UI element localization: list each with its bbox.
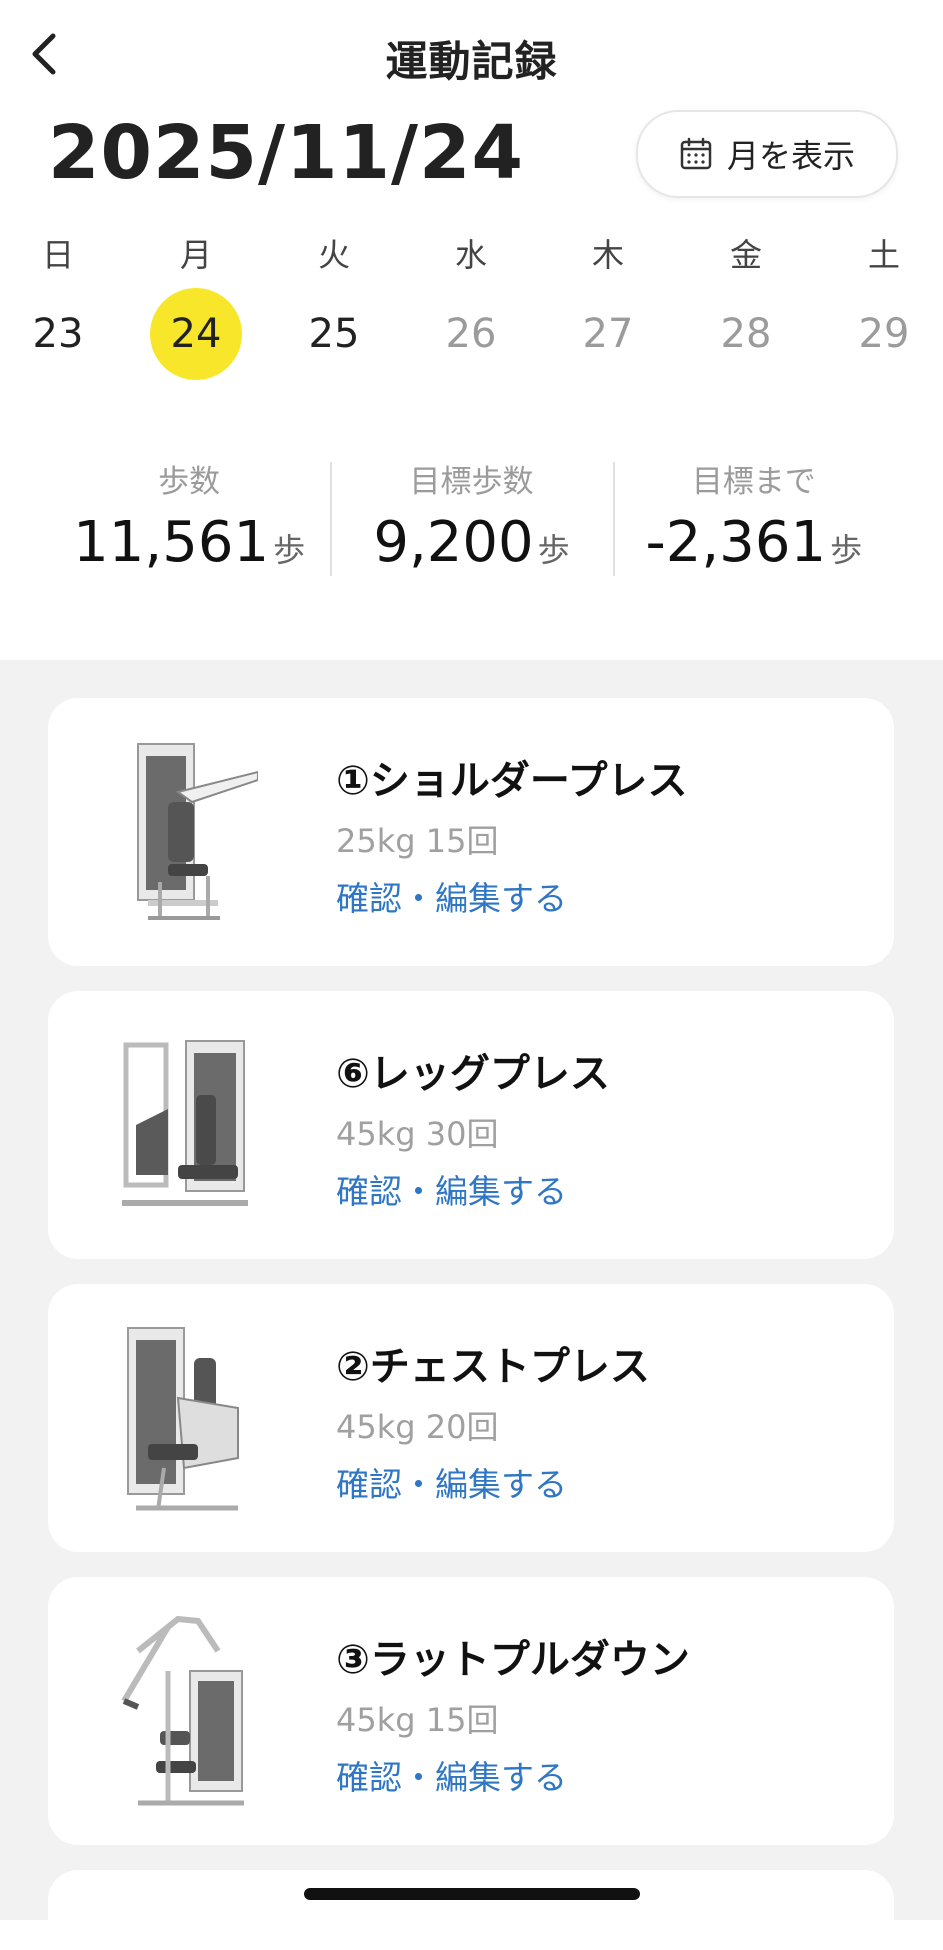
shoulder-press-machine-image — [137, 743, 258, 920]
day-fri: 金 28 — [696, 230, 796, 380]
day-mon[interactable]: 月 24 — [146, 230, 246, 380]
day-sun[interactable]: 日 23 — [8, 230, 108, 380]
stat-unit: 歩 — [830, 531, 863, 569]
day-of-week: 日 — [41, 236, 74, 274]
home-indicator — [304, 1888, 640, 1900]
day-of-week: 土 — [867, 236, 900, 274]
workout-meta: 25kg 15回 — [336, 822, 499, 860]
current-date: 2025/11/24 — [48, 110, 524, 196]
edit-workout-link[interactable]: 確認・編集する — [336, 1458, 567, 1506]
workout-card[interactable]: ③ラットプルダウン 45kg 15回 確認・編集する — [48, 1577, 894, 1845]
workout-meta: 45kg 15回 — [336, 1701, 499, 1739]
workout-card-partial[interactable] — [48, 1870, 894, 1950]
day-number-selected: 24 — [150, 288, 242, 380]
day-number: 26 — [445, 311, 497, 357]
day-thu: 木 27 — [558, 230, 658, 380]
chest-press-machine-image — [127, 1327, 239, 1511]
edit-workout-link[interactable]: 確認・編集する — [336, 1165, 567, 1213]
stat-remaining: 目標まで -2,361 歩 — [612, 460, 895, 580]
edit-workout-link[interactable]: 確認・編集する — [336, 872, 567, 920]
page-title: 運動記録 — [385, 37, 558, 86]
workout-name: ③ラットプルダウン — [336, 1637, 690, 1683]
day-number: 27 — [582, 311, 634, 357]
workout-name: ①ショルダープレス — [336, 758, 688, 804]
show-month-button[interactable]: 月を表示 — [636, 110, 898, 198]
day-number: 25 — [308, 311, 360, 357]
edit-workout-link[interactable]: 確認・編集する — [336, 1751, 567, 1799]
day-number: 28 — [720, 311, 772, 357]
workout-name: ⑥レッグプレス — [336, 1051, 610, 1097]
stat-value: 11,561 — [73, 510, 270, 575]
step-stats: 歩数 11,561 歩 目標歩数 9,200 歩 目標まで -2,361 歩 — [48, 460, 895, 580]
day-sat: 土 29 — [834, 230, 934, 380]
lat-pulldown-machine-image — [121, 1615, 244, 1806]
calendar-icon — [680, 137, 712, 170]
day-wed: 水 26 — [421, 230, 521, 380]
day-of-week: 月 — [179, 236, 212, 274]
day-of-week: 金 — [729, 236, 762, 274]
stat-label: 目標まで — [691, 464, 816, 500]
workout-meta: 45kg 20回 — [336, 1408, 499, 1446]
workout-card[interactable]: ⑥レッグプレス 45kg 30回 確認・編集する — [48, 991, 894, 1259]
workout-name: ②チェストプレス — [336, 1344, 650, 1390]
show-month-label: 月を表示 — [726, 137, 855, 175]
day-tue[interactable]: 火 25 — [284, 230, 384, 380]
day-number: 29 — [858, 311, 910, 357]
stat-goal-steps: 目標歩数 9,200 歩 — [330, 460, 612, 580]
workout-card[interactable]: ②チェストプレス 45kg 20回 確認・編集する — [48, 1284, 894, 1552]
stat-value: 9,200 — [373, 510, 534, 575]
leg-press-machine-image — [122, 1040, 248, 1206]
stat-value: -2,361 — [645, 510, 827, 575]
workout-meta: 45kg 30回 — [336, 1115, 499, 1153]
stat-unit: 歩 — [273, 531, 306, 569]
header: 運動記録 — [0, 0, 943, 110]
stat-steps: 歩数 11,561 歩 — [48, 460, 330, 580]
workout-card[interactable]: ①ショルダープレス 25kg 15回 確認・編集する — [48, 698, 894, 966]
stat-unit: 歩 — [537, 531, 570, 569]
day-of-week: 水 — [454, 236, 487, 274]
stat-label: 目標歩数 — [409, 464, 534, 500]
day-of-week: 火 — [317, 236, 350, 274]
stat-label: 歩数 — [158, 464, 221, 500]
day-of-week: 木 — [591, 236, 624, 274]
day-number: 23 — [32, 311, 84, 357]
